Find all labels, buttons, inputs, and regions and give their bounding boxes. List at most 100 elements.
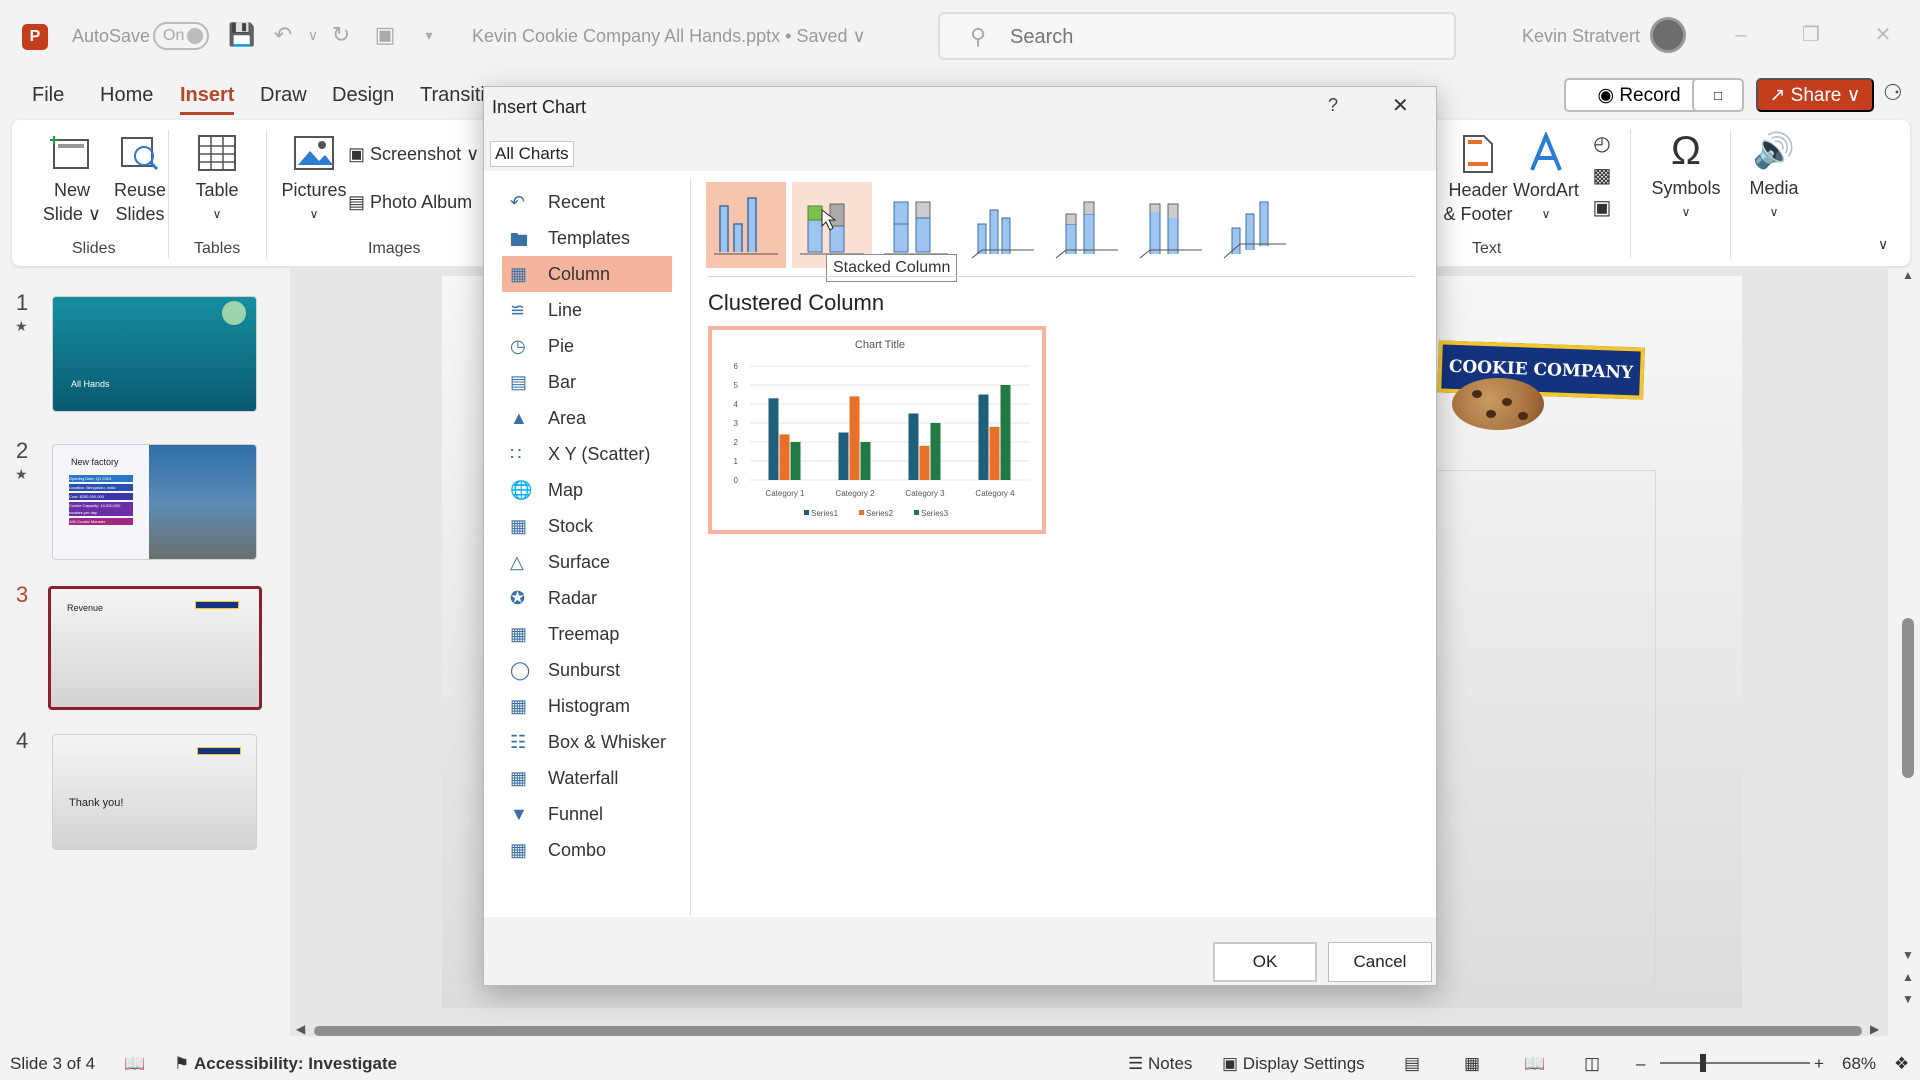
tab-home[interactable]: Home bbox=[100, 84, 153, 107]
scroll-down-icon[interactable]: ▼ bbox=[1902, 948, 1914, 962]
normal-view-icon[interactable]: ▤ bbox=[1404, 1054, 1420, 1074]
chart-type-line[interactable]: ≌ Line bbox=[502, 292, 672, 328]
close-dialog-icon[interactable]: ✕ bbox=[1392, 93, 1409, 118]
pictures-button[interactable]: Pictures ∨ bbox=[274, 132, 354, 226]
avatar[interactable] bbox=[1650, 17, 1686, 53]
display-settings-button[interactable]: ▣ Display Settings bbox=[1222, 1054, 1365, 1074]
clustered-column-variant[interactable] bbox=[706, 182, 786, 268]
share-button[interactable]: ↗ Share ∨ bbox=[1756, 78, 1874, 112]
tab-draw[interactable]: Draw bbox=[260, 84, 307, 107]
collapse-ribbon-icon[interactable]: ∨ bbox=[1878, 232, 1888, 256]
coauthor-icon[interactable]: ⚆ bbox=[1883, 80, 1911, 110]
comments-button[interactable]: □ bbox=[1692, 78, 1744, 112]
vertical-scroll-thumb[interactable] bbox=[1902, 618, 1914, 778]
table-button[interactable]: Table ∨ bbox=[182, 132, 252, 226]
chart-type-sunburst[interactable]: ◯ Sunburst bbox=[502, 652, 672, 688]
chart-title: Chart Title bbox=[855, 339, 905, 351]
tab-all-charts[interactable]: All Charts bbox=[490, 141, 574, 167]
bar-series2-2 bbox=[849, 396, 860, 480]
chart-type-box-whisker[interactable]: ☷ Box & Whisker bbox=[502, 724, 672, 760]
horizontal-scrollbar[interactable]: ◀ ▶ bbox=[296, 1022, 1882, 1038]
chart-type-column[interactable]: ▦ Column bbox=[502, 256, 672, 292]
minimize-icon[interactable]: – bbox=[1726, 20, 1756, 50]
symbols-button[interactable]: Ω Symbols ∨ bbox=[1638, 130, 1734, 224]
chart-type-label: Treemap bbox=[548, 624, 620, 644]
chart-type-surface[interactable]: △ Surface bbox=[502, 544, 672, 580]
insert-date-time-icon[interactable]: ◴ ▩ ▣ bbox=[1588, 128, 1616, 224]
undo-icon[interactable]: ↶ bbox=[270, 22, 296, 48]
vertical-scrollbar[interactable]: ▲ ▼ ▲ ▼ bbox=[1896, 268, 1920, 1018]
scroll-left-icon[interactable]: ◀ bbox=[296, 1022, 305, 1036]
chart-type-combo[interactable]: ▦ Combo bbox=[502, 832, 672, 868]
photo-album-button[interactable]: ▤ Photo Album bbox=[348, 190, 472, 214]
notes-button[interactable]: ☰ Notes bbox=[1128, 1054, 1192, 1074]
fit-to-window-icon[interactable]: ❖ bbox=[1894, 1054, 1909, 1074]
help-icon[interactable]: ? bbox=[1328, 95, 1338, 116]
zoom-level[interactable]: 68% bbox=[1842, 1054, 1876, 1074]
chart-type-bar[interactable]: ▤ Bar bbox=[502, 364, 672, 400]
chart-type-stock[interactable]: ▦ Stock bbox=[502, 508, 672, 544]
chart-preview[interactable]: Chart Title 0 1 2 3 4 5 6 Category 1 Category 2 Ca… bbox=[708, 326, 1046, 534]
restore-icon[interactable]: ❐ bbox=[1796, 20, 1826, 50]
content-placeholder[interactable] bbox=[1436, 470, 1656, 990]
slide-sorter-icon[interactable]: ▦ bbox=[1464, 1054, 1480, 1074]
user-name[interactable]: Kevin Stratvert bbox=[1522, 26, 1640, 47]
chart-type-radar[interactable]: ✪ Radar bbox=[502, 580, 672, 616]
previous-slide-icon[interactable]: ▲ bbox=[1902, 970, 1914, 984]
redo-icon[interactable]: ↻ bbox=[328, 22, 354, 48]
chart-type-waterfall[interactable]: ▦ Waterfall bbox=[502, 760, 672, 796]
zoom-out-icon[interactable]: – bbox=[1636, 1054, 1645, 1074]
tab-insert[interactable]: Insert bbox=[180, 84, 235, 115]
screenshot-button[interactable]: ▣ Screenshot ∨ bbox=[348, 142, 479, 166]
zoom-slider[interactable] bbox=[1660, 1062, 1810, 1064]
display-settings-label: Display Settings bbox=[1242, 1054, 1365, 1073]
chart-type-funnel[interactable]: ▼ Funnel bbox=[502, 796, 672, 832]
slide-thumbnail-3[interactable]: Revenue bbox=[48, 586, 262, 710]
save-icon[interactable]: 💾 bbox=[228, 22, 255, 48]
tab-file[interactable]: File bbox=[32, 84, 64, 107]
ok-button[interactable]: OK bbox=[1213, 942, 1317, 982]
search-box[interactable]: ⚲ bbox=[938, 12, 1456, 60]
next-slide-icon[interactable]: ▼ bbox=[1902, 992, 1914, 1006]
autosave-toggle[interactable]: On bbox=[153, 22, 209, 50]
customize-toolbar-icon[interactable]: ▾ bbox=[416, 22, 442, 48]
document-title[interactable]: Kevin Cookie Company All Hands.pptx • Sa… bbox=[472, 26, 866, 47]
3d-clustered-column-variant[interactable] bbox=[962, 182, 1042, 268]
accessibility-button[interactable]: ⚑ Accessibility: Investigate bbox=[174, 1054, 397, 1074]
slide-thumbnail-2[interactable]: New factory Opening Date: Q1 2024 Locati… bbox=[52, 444, 257, 560]
zoom-in-icon[interactable]: + bbox=[1814, 1054, 1824, 1074]
present-from-start-icon[interactable]: ▣ bbox=[372, 22, 398, 48]
chart-type-pie[interactable]: ◷ Pie bbox=[502, 328, 672, 364]
zoom-slider-thumb[interactable] bbox=[1700, 1054, 1706, 1072]
wordart-button[interactable]: WordArt ∨ bbox=[1506, 132, 1586, 226]
chart-type-recent[interactable]: ↶ Recent bbox=[502, 184, 672, 220]
tab-transitions[interactable]: Transiti bbox=[420, 84, 485, 107]
scroll-right-icon[interactable]: ▶ bbox=[1870, 1022, 1879, 1036]
combo-icon: ▦ bbox=[510, 840, 528, 860]
horizontal-scroll-thumb[interactable] bbox=[314, 1026, 1862, 1036]
3d-100-percent-stacked-column-variant[interactable] bbox=[1130, 182, 1210, 268]
chart-type-map[interactable]: 🌐 Map bbox=[502, 472, 672, 508]
3d-column-variant[interactable] bbox=[1214, 182, 1294, 268]
media-button[interactable]: 🔊 Media ∨ bbox=[1732, 130, 1816, 224]
cancel-button[interactable]: Cancel bbox=[1328, 942, 1432, 982]
chart-type-histogram[interactable]: ▦ Histogram bbox=[502, 688, 672, 724]
3d-stacked-column-variant[interactable] bbox=[1046, 182, 1126, 268]
slide-thumbnail-1[interactable]: All Hands bbox=[52, 296, 257, 412]
close-window-icon[interactable]: ✕ bbox=[1868, 20, 1898, 50]
3d-column-icon bbox=[1223, 201, 1286, 259]
chart-type-templates[interactable]: 🖿 Templates bbox=[502, 220, 672, 256]
reading-view-icon[interactable]: 📖 bbox=[1524, 1054, 1545, 1074]
scroll-up-icon[interactable]: ▲ bbox=[1902, 268, 1914, 282]
tab-design[interactable]: Design bbox=[332, 84, 394, 107]
spelling-icon[interactable]: 📖 bbox=[124, 1054, 145, 1074]
slide-show-icon[interactable]: ◫ bbox=[1584, 1054, 1600, 1074]
reuse-slides-button[interactable]: Reuse Slides bbox=[98, 132, 182, 226]
slide-thumbnail-4[interactable]: Thank you! bbox=[52, 734, 257, 850]
undo-dropdown-icon[interactable]: ∨ bbox=[300, 22, 326, 48]
chart-type-x-y-scatter[interactable]: ∷ X Y (Scatter) bbox=[502, 436, 672, 472]
bar-series3-2 bbox=[860, 442, 871, 480]
chart-type-treemap[interactable]: ▦ Treemap bbox=[502, 616, 672, 652]
search-input[interactable] bbox=[1010, 24, 1410, 50]
chart-type-area[interactable]: ▲ Area bbox=[502, 400, 672, 436]
